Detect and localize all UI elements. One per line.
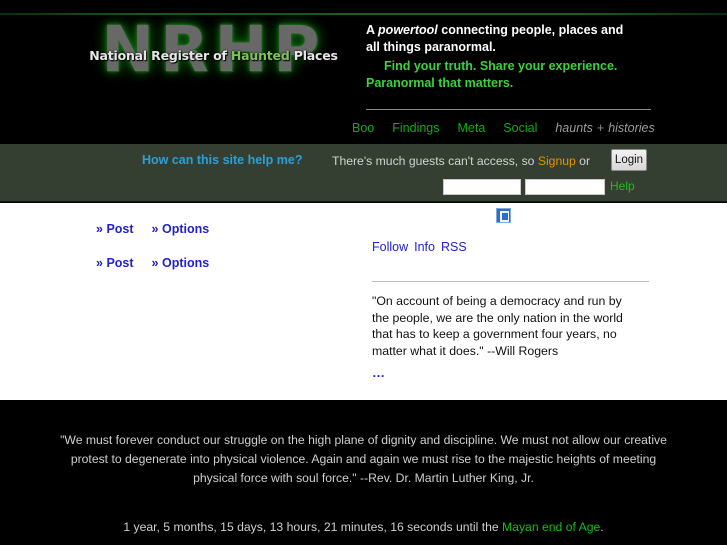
tagline-line-1: A powertool connecting people, places an… — [366, 22, 651, 39]
guest-notice: There's much guests can't access, so Sig… — [332, 154, 590, 168]
footer-quote: "We must forever conduct our struggle on… — [60, 433, 667, 485]
site-header: NRHP National Register of Haunted Places… — [0, 14, 727, 159]
site-logo[interactable]: NRHP National Register of Haunted Places — [86, 14, 341, 92]
nav-item-social[interactable]: Social — [503, 119, 537, 138]
logo-sub-haunted: Haunted — [230, 48, 290, 63]
logo-subtitle: National Register of Haunted Places — [86, 48, 341, 63]
quote-divider — [372, 281, 649, 282]
tagline-line1-pre: A — [366, 23, 379, 37]
login-help-link[interactable]: Help — [610, 179, 635, 193]
post-options-row-1: » Post» Options — [96, 222, 227, 236]
tagline-line1-post: connecting people, places and — [437, 23, 624, 37]
left-column: » Post» Options » Post» Options — [0, 203, 360, 400]
chevron-icon: » — [151, 222, 159, 236]
nav-item-meta[interactable]: Meta — [458, 119, 486, 138]
tagline-line-3: Find your truth. Share your experience. — [384, 59, 618, 73]
login-button[interactable]: Login — [611, 149, 647, 171]
tagline-line-4: Paranormal that matters. — [366, 76, 514, 90]
countdown-line: 1 year, 5 months, 15 days, 13 hours, 21 … — [50, 520, 677, 534]
right-column: Follow Info RSS "On account of being a dem… — [360, 203, 727, 400]
username-input[interactable] — [443, 179, 521, 195]
nav-item-findings[interactable]: Findings — [392, 119, 439, 138]
main-content: » Post» Options » Post» Options Follow In… — [0, 203, 727, 400]
info-link[interactable]: Info — [414, 240, 435, 254]
chevron-icon: » — [151, 256, 159, 270]
post-label-1: Post — [106, 222, 134, 236]
quote-more-link[interactable]: … — [372, 365, 386, 380]
nav-tag-plus: + — [596, 121, 605, 135]
tagline-line-2: all things paranormal. — [366, 40, 496, 54]
options-link-1[interactable]: » Options — [152, 222, 210, 236]
main-nav: Boo Findings Meta Social haunts + histories — [352, 119, 672, 138]
mayan-end-of-age-link[interactable]: Mayan end of Age — [502, 520, 600, 534]
broken-image-icon — [496, 208, 511, 223]
logo-sub-part2: Places — [289, 48, 338, 63]
password-input[interactable] — [525, 179, 605, 195]
chevron-icon: » — [96, 222, 103, 236]
nav-tagcloud: haunts + histories — [555, 121, 654, 135]
site-tagline: A powertool connecting people, places an… — [366, 22, 651, 92]
countdown-text: 1 year, 5 months, 15 days, 13 hours, 21 … — [123, 520, 503, 534]
header-divider — [366, 109, 651, 110]
follow-link[interactable]: Follow — [372, 240, 408, 254]
logo-sub-part1: National Register of — [89, 48, 231, 63]
post-options-row-2: » Post» Options — [96, 256, 227, 270]
options-label-2: Options — [161, 256, 210, 270]
quote-text: "On account of being a democracy and run… — [372, 294, 623, 358]
nav-tag-histories[interactable]: histories — [608, 119, 655, 138]
tagline-powertool: powertool — [378, 23, 438, 37]
rss-link[interactable]: RSS — [441, 240, 467, 254]
site-footer: "We must forever conduct our struggle on… — [0, 400, 727, 545]
nav-tag-haunts[interactable]: haunts — [555, 119, 593, 138]
site-help-link[interactable]: How can this site help me? — [142, 153, 302, 167]
countdown-period: . — [600, 520, 604, 534]
options-label-1: Options — [161, 222, 210, 236]
nav-item-boo[interactable]: Boo — [352, 119, 374, 138]
signup-link[interactable]: Signup — [538, 154, 576, 168]
post-label-2: Post — [106, 256, 134, 270]
broken-image-inner2 — [502, 213, 508, 220]
chevron-icon: » — [96, 256, 103, 270]
guest-notice-post: or — [575, 154, 591, 168]
options-link-2[interactable]: » Options — [152, 256, 210, 270]
follow-links: Follow Info RSS — [372, 240, 473, 254]
post-link-1[interactable]: » Post — [96, 222, 134, 236]
page-root: NRHP National Register of Haunted Places… — [0, 0, 727, 545]
guest-notice-pre: There's much guests can't access, so — [332, 154, 538, 168]
post-link-2[interactable]: » Post — [96, 256, 134, 270]
login-bar: How can this site help me? There's much … — [0, 144, 727, 202]
